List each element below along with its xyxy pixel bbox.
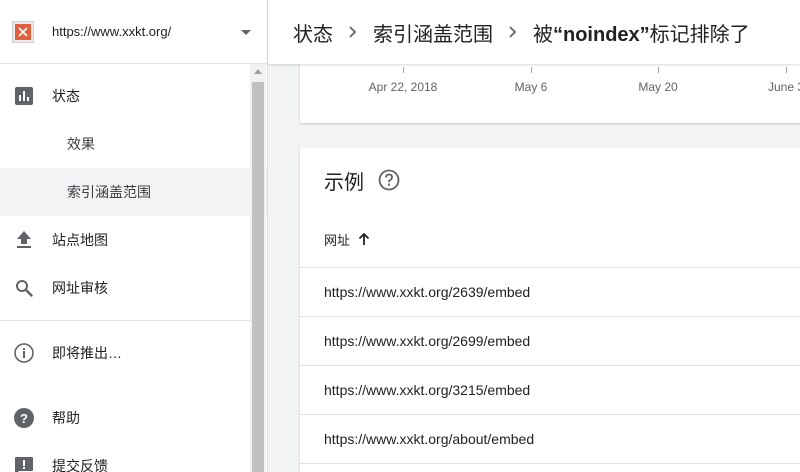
- sidebar: https://www.xxkt.org/ 状态 效果 索引涵盖范围 站点地图 …: [0, 0, 268, 472]
- scroll-thumb[interactable]: [252, 82, 264, 472]
- sidebar-item-status[interactable]: 状态: [0, 72, 267, 120]
- info-icon: [14, 343, 34, 363]
- sidebar-item-label: 即将推出…: [52, 345, 122, 361]
- svg-text:?: ?: [20, 411, 28, 426]
- sidebar-item-label: 状态: [52, 88, 80, 104]
- row-url: https://www.xxkt.org/2699/embed: [324, 333, 531, 349]
- feedback-icon: [14, 456, 34, 472]
- property-url: https://www.xxkt.org/: [52, 24, 172, 39]
- examples-header: 示例: [300, 148, 800, 212]
- sidebar-item-label: 效果: [67, 136, 95, 152]
- chevron-down-icon[interactable]: [241, 23, 251, 41]
- sidebar-nav: 状态 效果 索引涵盖范围 站点地图 网址审核 即将推出… ? 帮助 提交反馈: [0, 64, 267, 472]
- page-header: 状态 索引涵盖范围 被“noindex”标记排除了: [268, 0, 800, 64]
- sidebar-item-label: 网址审核: [52, 280, 108, 296]
- site-favicon: [12, 20, 34, 43]
- chevron-right-icon: [509, 26, 517, 38]
- arrow-up-icon: [358, 233, 370, 246]
- column-label: 网址: [324, 233, 351, 248]
- main-content: 0 Apr 22, 2018 May 6 May 20 June 3 示例 网址: [268, 64, 800, 472]
- sidebar-item-index-coverage[interactable]: 索引涵盖范围: [0, 168, 267, 216]
- sidebar-item-url-inspection[interactable]: 网址审核: [0, 264, 267, 312]
- row-url: https://www.xxkt.org/3215/embed: [324, 382, 531, 398]
- sidebar-item-sitemaps[interactable]: 站点地图: [0, 216, 267, 264]
- row-url: https://www.xxkt.org/about/embed: [324, 431, 535, 447]
- sidebar-item-help[interactable]: ? 帮助: [0, 394, 267, 442]
- sidebar-item-feedback[interactable]: 提交反馈: [0, 442, 267, 472]
- examples-card: 示例 网址 https://www.xxkt.org/2639/embed ht…: [300, 148, 800, 472]
- table-row[interactable]: https://www.xxkt.org/2639/embed: [300, 268, 800, 317]
- sidebar-item-label: 站点地图: [52, 232, 108, 248]
- table-row[interactable]: https://www.xxkt.org/3215/embed: [300, 366, 800, 415]
- sidebar-item-label: 索引涵盖范围: [67, 184, 151, 200]
- search-icon: [14, 278, 34, 298]
- page-title-prefix: 被: [533, 23, 553, 46]
- sidebar-scrollbar[interactable]: [250, 64, 266, 472]
- sidebar-item-label: 提交反馈: [52, 458, 108, 472]
- sidebar-divider: [0, 320, 250, 321]
- breadcrumb-index-coverage[interactable]: 索引涵盖范围: [373, 18, 493, 47]
- x-axis-label: May 20: [638, 80, 678, 94]
- x-axis-label: May 6: [514, 80, 548, 94]
- property-selector[interactable]: https://www.xxkt.org/: [0, 0, 267, 64]
- x-axis-tick: [403, 67, 404, 73]
- page-title: 被“noindex”标记排除了: [533, 18, 750, 47]
- help-circle-icon[interactable]: [378, 169, 400, 191]
- bar-chart-icon: [14, 86, 34, 106]
- page-title-bold: “noindex”: [553, 23, 650, 46]
- row-url: https://www.xxkt.org/2639/embed: [324, 284, 531, 300]
- chart-card: 0 Apr 22, 2018 May 6 May 20 June 3: [300, 64, 800, 123]
- table-row[interactable]: https://www.xxkt.org/about/embed: [300, 415, 800, 464]
- upload-icon: [14, 230, 34, 250]
- x-axis-label: Apr 22, 2018: [368, 80, 438, 94]
- help-icon: ?: [14, 408, 34, 428]
- breadcrumb-status[interactable]: 状态: [293, 18, 333, 47]
- x-axis-tick: [531, 67, 532, 73]
- sidebar-item-performance[interactable]: 效果: [0, 120, 267, 168]
- chevron-right-icon: [349, 26, 357, 38]
- x-axis-tick: [786, 67, 787, 73]
- table-row[interactable]: https://www.xxkt.org/2699/embed: [300, 317, 800, 366]
- sidebar-item-label: 帮助: [52, 410, 80, 426]
- scroll-up-arrow-icon[interactable]: [254, 69, 262, 74]
- sidebar-item-coming-soon[interactable]: 即将推出…: [0, 329, 267, 377]
- examples-title: 示例: [324, 172, 364, 194]
- x-axis-tick: [658, 67, 659, 73]
- url-column-header[interactable]: 网址: [300, 212, 800, 268]
- page-title-suffix: 标记排除了: [649, 23, 750, 46]
- x-axis-label: June 3: [767, 80, 800, 94]
